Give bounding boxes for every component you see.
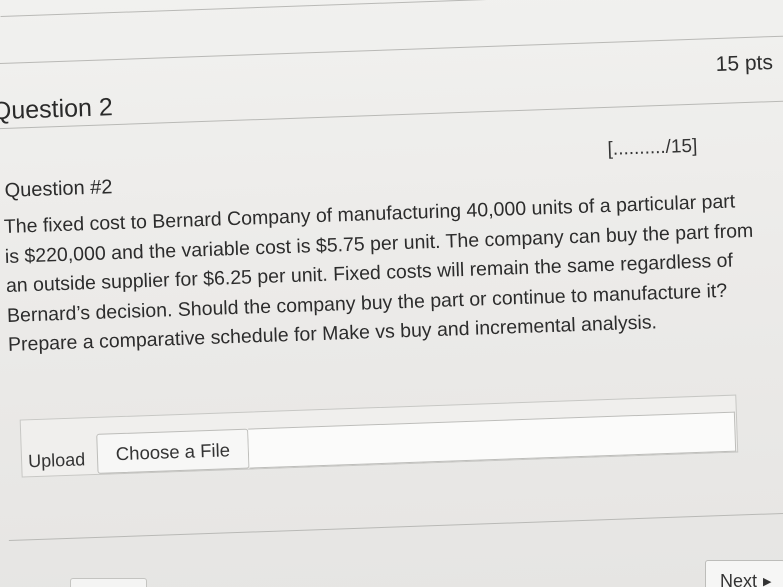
question-points: 15 pts <box>715 51 774 77</box>
question-panel: Question 2 15 pts [........../15] Questi… <box>0 0 783 587</box>
quiz-page: Question 2 15 pts [........../15] Questi… <box>0 0 783 587</box>
triangle-right-icon: ▶ <box>763 576 772 587</box>
question-header-bottom-border <box>0 99 783 130</box>
footer-divider <box>8 511 783 542</box>
next-label: Next <box>720 571 758 587</box>
score-blank: [........../15] <box>607 135 698 160</box>
question-header-top-border <box>0 34 783 65</box>
previous-button[interactable] <box>70 578 147 587</box>
choose-file-button[interactable]: Choose a File <box>96 428 250 474</box>
question-title: Question 2 <box>0 93 114 126</box>
question-subtitle: Question #2 <box>4 176 113 202</box>
question-text: The fixed cost to Bernard Company of man… <box>3 185 783 360</box>
upload-label: Upload <box>27 449 86 472</box>
divider <box>0 0 783 17</box>
next-button[interactable]: Next ▶ <box>705 560 783 587</box>
